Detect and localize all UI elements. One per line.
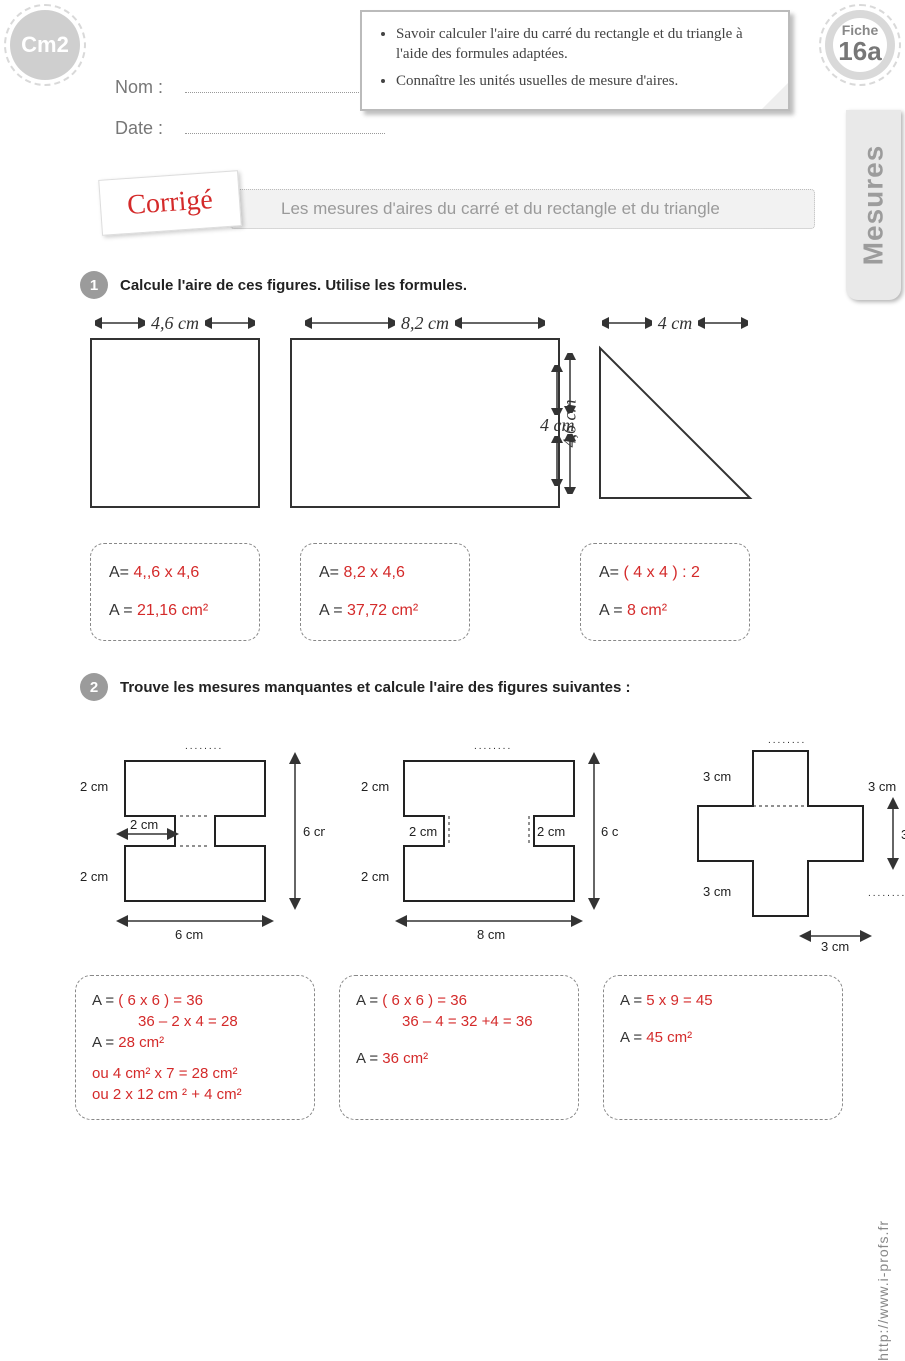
- figure-notch-shape: ........ 2 cm 2 cm 2 cm 2 cm 8 cm 6 cm: [349, 721, 619, 951]
- exercise-2-header: 2 Trouve les mesures manquantes et calcu…: [80, 673, 875, 701]
- svg-text:3 cm: 3 cm: [901, 827, 905, 842]
- svg-text:2 cm: 2 cm: [361, 869, 389, 884]
- square-shape: [90, 338, 260, 508]
- exercise-2-figures: ........ 2 cm 2 cm 2 cm 6 cm 6 cm ......…: [55, 721, 875, 951]
- svg-text:........: ........: [868, 888, 905, 899]
- svg-text:2 cm: 2 cm: [130, 817, 158, 832]
- answer-figure-a: A = ( 6 x 6 ) = 36 36 – 2 x 4 = 28 A = 2…: [75, 975, 315, 1120]
- level-text: Cm2: [10, 10, 80, 80]
- name-input-line[interactable]: [185, 75, 385, 93]
- exercise-1-answers: A= 4,,6 x 4,6 A = 21,16 cm² A= 8,2 x 4,6…: [90, 543, 875, 641]
- source-url: http://www.i-profs.fr: [875, 1220, 891, 1361]
- title-section: Les mesures d'aires du carré et du recta…: [30, 179, 875, 239]
- svg-text:........: ........: [474, 741, 512, 752]
- svg-text:3 cm: 3 cm: [868, 779, 896, 794]
- exercise-1-header: 1 Calcule l'aire de ces figures. Utilise…: [80, 271, 875, 299]
- figure-square: 4,6 cm: [90, 313, 260, 508]
- svg-text:6 cm: 6 cm: [303, 824, 325, 839]
- svg-text:6 cm: 6 cm: [601, 824, 619, 839]
- exercise-2-answers: A = ( 6 x 6 ) = 36 36 – 2 x 4 = 28 A = 2…: [75, 975, 875, 1120]
- figure-triangle: 4 cm 4 cm: [590, 313, 760, 513]
- svg-text:2 cm: 2 cm: [537, 824, 565, 839]
- objective-item: Connaître les unités usuelles de mesure …: [396, 71, 772, 91]
- svg-text:8 cm: 8 cm: [477, 927, 505, 942]
- svg-text:3 cm: 3 cm: [821, 939, 849, 951]
- svg-text:........: ........: [185, 741, 223, 752]
- corrige-tag: Corrigé: [98, 170, 242, 236]
- exercise-prompt: Calcule l'aire de ces figures. Utilise l…: [120, 277, 467, 294]
- rectangle-shape: [290, 338, 560, 508]
- level-badge: Cm2: [10, 10, 80, 80]
- figure-cross-shape: ........ 3 cm 3 cm 3 cm 3 cm ........ 3 …: [643, 721, 905, 951]
- exercise-prompt: Trouve les mesures manquantes et calcule…: [120, 679, 630, 696]
- svg-text:2 cm: 2 cm: [80, 869, 108, 884]
- svg-text:2 cm: 2 cm: [409, 824, 437, 839]
- svg-text:3 cm: 3 cm: [703, 884, 731, 899]
- svg-text:........: ........: [768, 735, 806, 746]
- answer-triangle: A= ( 4 x 4 ) : 2 A = 8 cm²: [580, 543, 750, 641]
- svg-text:2 cm: 2 cm: [361, 779, 389, 794]
- exercise-number-icon: 1: [80, 271, 108, 299]
- rect-width-label: 8,2 cm: [401, 313, 449, 334]
- name-label: Nom :: [115, 77, 185, 98]
- page-fold-icon: [762, 83, 788, 109]
- worksheet-page: Cm2 Fiche 16a Mesures Savoir calculer l'…: [0, 0, 905, 1280]
- fiche-badge: Fiche 16a: [825, 10, 895, 80]
- answer-square: A= 4,,6 x 4,6 A = 21,16 cm²: [90, 543, 260, 641]
- objectives-box: Savoir calculer l'aire du carré du recta…: [360, 10, 790, 111]
- figure-rectangle: 8,2 cm 4,6 cm: [290, 313, 560, 508]
- square-side-label: 4,6 cm: [151, 313, 199, 334]
- svg-text:2 cm: 2 cm: [80, 779, 108, 794]
- answer-rectangle: A= 8,2 x 4,6 A = 37,72 cm²: [300, 543, 470, 641]
- date-input-line[interactable]: [185, 116, 385, 134]
- tri-base-label: 4 cm: [658, 313, 693, 334]
- lesson-title: Les mesures d'aires du carré et du recta…: [230, 189, 815, 229]
- svg-text:6 cm: 6 cm: [175, 927, 203, 942]
- answer-figure-c: A = 5 x 9 = 45 A = 45 cm²: [603, 975, 843, 1120]
- tri-height-label: 4 cm: [540, 415, 575, 436]
- fiche-number: 16a: [825, 36, 895, 67]
- figure-i-shape: ........ 2 cm 2 cm 2 cm 6 cm 6 cm: [55, 721, 325, 951]
- triangle-shape: [590, 338, 760, 508]
- objective-item: Savoir calculer l'aire du carré du recta…: [396, 24, 772, 65]
- svg-text:3 cm: 3 cm: [703, 769, 731, 784]
- date-label: Date :: [115, 118, 185, 139]
- exercise-1-figures: 4,6 cm 8,2 cm 4,6 cm: [90, 313, 875, 513]
- answer-figure-b: A = ( 6 x 6 ) = 36 36 – 4 = 32 +4 = 36 A…: [339, 975, 579, 1120]
- exercise-number-icon: 2: [80, 673, 108, 701]
